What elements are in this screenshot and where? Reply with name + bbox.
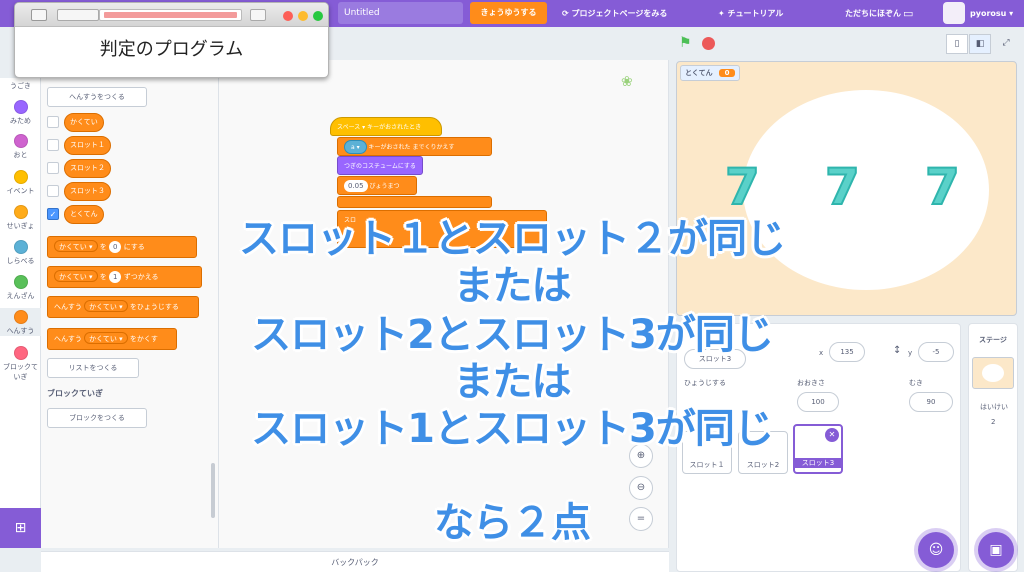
variable-checkbox[interactable] — [47, 139, 59, 151]
variable-monitor[interactable]: とくてん 0 — [680, 65, 741, 81]
caption-line: スロット1とスロット3が同じ — [251, 406, 774, 452]
category-motion[interactable]: うごき — [0, 81, 41, 91]
chevron-down-icon: ▾ — [1006, 9, 1014, 18]
avatar[interactable] — [943, 2, 965, 24]
overlay-window-title: 判定のプログラム — [99, 39, 244, 60]
stop-icon[interactable] — [702, 37, 715, 50]
project-title-input[interactable]: Untitled — [338, 2, 463, 24]
window-icon[interactable] — [31, 9, 47, 21]
normal-stage-button[interactable]: ◧ — [969, 34, 991, 54]
variable-reporter[interactable]: かくてい — [64, 113, 104, 132]
window-copy-icon[interactable] — [250, 9, 266, 21]
key-pressed-hat-block[interactable]: スペース ▾ キーがおされたとき — [330, 117, 442, 136]
sprite-corner-icon: ❀ — [621, 74, 633, 90]
tutorial-button[interactable]: ✦ チュートリアル — [718, 0, 783, 27]
next-costume-block[interactable]: つぎのコスチュームにする — [337, 156, 423, 175]
variable-checkbox[interactable] — [47, 162, 59, 174]
caption-line: なら２点 — [434, 500, 591, 546]
close-icon[interactable] — [283, 11, 293, 21]
address-field[interactable] — [99, 9, 242, 21]
variable-checkbox[interactable] — [47, 116, 59, 128]
variable-reporter[interactable]: スロット１ — [64, 136, 111, 155]
backpack[interactable]: バックパック — [41, 551, 669, 572]
remix-icon: ⟳ — [562, 9, 572, 18]
folder-icon[interactable]: ▭ — [903, 0, 913, 27]
variable-reporter[interactable]: スロット３ — [64, 182, 111, 201]
save-now-button[interactable]: ただちにほぞん — [845, 0, 901, 27]
overlay-window: 判定のプログラム — [14, 2, 329, 78]
minimize-icon[interactable] — [298, 11, 308, 21]
share-button[interactable]: きょうゆうする — [470, 2, 547, 24]
wait-block[interactable]: 0.05 びょうまつ — [337, 176, 417, 195]
repeat-until-block[interactable]: a ▾ キーがおされた までくりかえす — [337, 137, 492, 156]
variable-reporter[interactable]: スロット２ — [64, 159, 111, 178]
nav-arrows-icon[interactable] — [57, 9, 99, 21]
maximize-icon[interactable] — [313, 11, 323, 21]
user-menu[interactable]: pyorosu ▾ — [970, 0, 1013, 27]
category-sound[interactable]: おと — [0, 134, 41, 160]
category-events[interactable]: イベント — [0, 170, 41, 196]
fullscreen-icon[interactable]: ⤢ — [995, 34, 1017, 54]
make-variable-button[interactable]: へんすうをつくる — [47, 87, 147, 107]
project-page-button[interactable]: ⟳ プロジェクトページをみる — [562, 0, 667, 27]
small-stage-button[interactable]: ▯ — [946, 34, 968, 54]
category-looks[interactable]: みため — [0, 100, 41, 126]
green-flag-icon[interactable]: ⚑ — [679, 36, 693, 50]
window-titlebar — [15, 3, 328, 27]
lightbulb-icon: ✦ — [718, 9, 728, 18]
variable-checkbox[interactable] — [47, 185, 59, 197]
